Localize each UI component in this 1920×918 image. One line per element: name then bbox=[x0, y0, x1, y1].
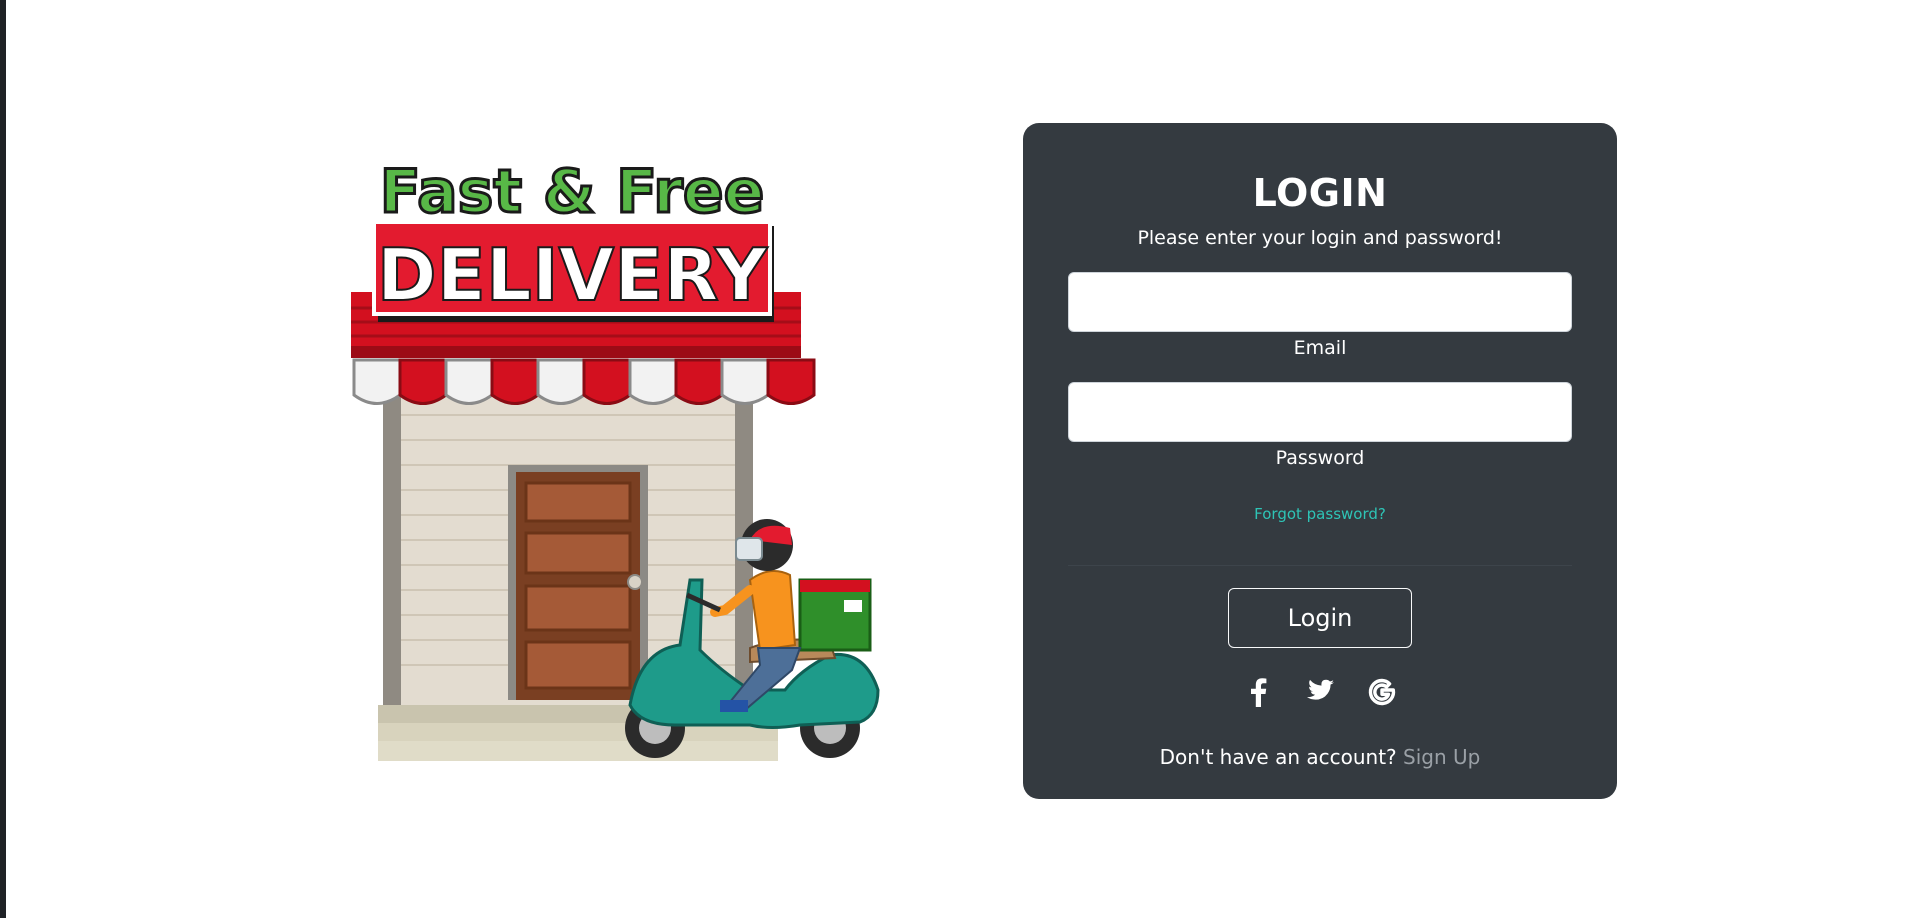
sign-text: DELIVERY bbox=[377, 233, 768, 317]
email-label: Email bbox=[1293, 337, 1347, 359]
login-title: LOGIN bbox=[1252, 171, 1388, 215]
building-left-pillar bbox=[383, 360, 401, 705]
step-bottom bbox=[378, 741, 778, 761]
forgot-password-link[interactable]: Forgot password? bbox=[1023, 505, 1617, 523]
email-field[interactable] bbox=[1068, 272, 1572, 332]
rider-visor bbox=[735, 537, 763, 561]
signup-prompt: Don't have an account? bbox=[1159, 745, 1397, 769]
signup-link[interactable]: Sign Up bbox=[1403, 745, 1480, 769]
window-edge bbox=[0, 0, 6, 918]
social-login-row bbox=[1023, 676, 1617, 708]
delivery-illustration: DELIVERY Fast & Free bbox=[351, 156, 880, 761]
google-icon[interactable] bbox=[1366, 676, 1398, 708]
twitter-icon[interactable] bbox=[1304, 676, 1336, 708]
login-subtitle: Please enter your login and password! bbox=[1137, 227, 1503, 249]
login-button[interactable]: Login bbox=[1228, 588, 1412, 648]
signup-row: Don't have an account? Sign Up bbox=[1023, 745, 1617, 769]
login-card: LOGIN Please enter your login and passwo… bbox=[1023, 123, 1617, 799]
rider-shoe bbox=[720, 700, 748, 712]
headline-text: Fast & Free bbox=[380, 157, 765, 227]
rider-jacket bbox=[748, 570, 797, 652]
divider bbox=[1068, 565, 1572, 566]
password-field[interactable] bbox=[1068, 382, 1572, 442]
door-knob bbox=[627, 574, 643, 590]
facebook-icon[interactable] bbox=[1242, 676, 1274, 708]
password-label: Password bbox=[1275, 447, 1365, 469]
